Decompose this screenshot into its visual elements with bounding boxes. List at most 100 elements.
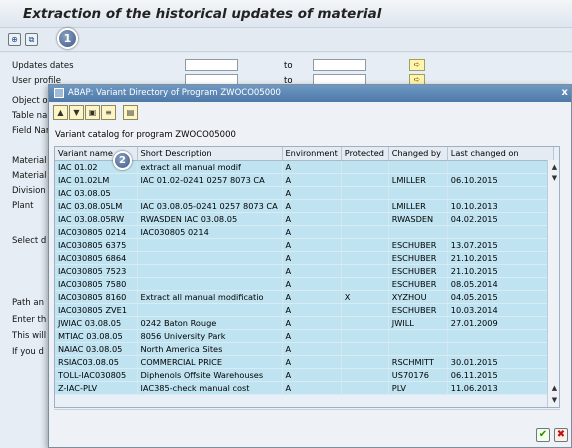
table-row[interactable]: RSIAC03.08.05 COMMERCIAL PRICE A RSCHMITT 30… xyxy=(55,355,554,369)
table-cell: IAC385-check manual cost xyxy=(137,381,283,395)
table-cell: IAC 03.08.05LM xyxy=(55,199,138,213)
table-cell xyxy=(341,277,389,291)
path-label: Path an xyxy=(12,298,44,308)
table-cell xyxy=(447,225,554,239)
select-all-icon[interactable]: ▲ xyxy=(53,105,68,120)
table-row[interactable]: IAC030805 8160 Extract all manual modific… xyxy=(55,290,554,304)
table-row[interactable]: IAC030805 7580 A ESCHUBER 08.05.2014 xyxy=(55,277,554,291)
scroll-up-icon-2[interactable]: ▲ xyxy=(550,384,559,393)
table-cell: A xyxy=(282,290,342,304)
table-row[interactable]: IAC 01.02LM IAC 01.02-0241 0257 8073 CA A L… xyxy=(55,173,554,187)
col-short-description[interactable]: Short Description xyxy=(137,147,283,161)
table-row[interactable]: NAIAC 03.08.05 North America Sites A xyxy=(55,342,554,356)
col-protected[interactable]: Protected xyxy=(341,147,389,161)
filter-icon[interactable]: ▼ xyxy=(69,105,84,120)
table-row[interactable]: MTIAC 03.08.05 8056 University Park A xyxy=(55,329,554,343)
table-cell: 10.03.2014 xyxy=(447,303,554,317)
page-title: Extraction of the historical updates of … xyxy=(23,6,382,22)
select-label: Select d xyxy=(12,236,47,246)
table-cell: RWASDEN xyxy=(388,212,448,226)
cancel-icon[interactable]: ✖ xyxy=(554,428,568,442)
table-cell: A xyxy=(282,329,342,343)
screen-toolbar: ⊕ ⧉ 1 xyxy=(0,28,572,52)
close-icon[interactable]: x xyxy=(562,87,568,98)
find-icon[interactable]: ▣ xyxy=(85,105,100,120)
updates-dates-from-field[interactable] xyxy=(185,59,238,71)
col-last-changed-on[interactable]: Last changed on xyxy=(447,147,554,161)
table-cell: 10.10.2013 xyxy=(447,199,554,213)
table-cell xyxy=(137,186,283,200)
table-cell xyxy=(341,212,389,226)
updates-dates-to-field[interactable] xyxy=(313,59,366,71)
col-environment[interactable]: Environment xyxy=(282,147,342,161)
table-cell: A xyxy=(282,212,342,226)
table-cell: A xyxy=(282,186,342,200)
table-row[interactable]: IAC 03.08.05LM IAC 03.08.05-0241 0257 807… xyxy=(55,199,554,213)
variant-catalog-label: Variant catalog for program ZWOCO05000 xyxy=(55,130,236,140)
field-name-label: Field Nar xyxy=(12,126,50,136)
table-cell xyxy=(341,316,389,330)
table-cell xyxy=(137,251,283,265)
table-row[interactable]: IAC 03.08.05 A xyxy=(55,186,554,200)
table-cell: IAC030805 8160 xyxy=(55,290,138,304)
this-will-label: This will xyxy=(12,331,47,341)
scroll-down-icon-2[interactable]: ▼ xyxy=(550,396,559,405)
table-cell: IAC030805 0214 xyxy=(137,225,283,239)
table-row[interactable]: IAC030805 6375 A ESCHUBER 13.07.2015 xyxy=(55,238,554,252)
table-cell: IAC030805 6864 xyxy=(55,251,138,265)
table-cell xyxy=(341,303,389,317)
table-row[interactable]: IAC030805 6864 A ESCHUBER 21.10.2015 xyxy=(55,251,554,265)
table-cell: IAC030805 6375 xyxy=(55,238,138,252)
table-cell: Diphenols Offsite Warehouses xyxy=(137,368,283,382)
scroll-down-icon[interactable]: ▼ xyxy=(550,174,559,183)
check-icon[interactable]: ✔ xyxy=(536,428,550,442)
table-cell: TOLL-IAC030805 xyxy=(55,368,138,382)
table-row[interactable]: IAC030805 0214 IAC030805 0214 A xyxy=(55,225,554,239)
table-cell: A xyxy=(282,277,342,291)
table-row[interactable]: IAC030805 7523 A ESCHUBER 21.10.2015 xyxy=(55,264,554,278)
table-cell: A xyxy=(282,368,342,382)
table-row[interactable]: JWIAC 03.08.05 0242 Baton Rouge A JWILL 27.0… xyxy=(55,316,554,330)
table-cell: A xyxy=(282,303,342,317)
table-cell: 21.10.2015 xyxy=(447,264,554,278)
table-cell: COMMERCIAL PRICE xyxy=(137,355,283,369)
table-cell: A xyxy=(282,251,342,265)
table-cell: ESCHUBER xyxy=(388,303,448,317)
print-icon[interactable]: ▤ xyxy=(123,105,138,120)
table-row[interactable]: TOLL-IAC030805 Diphenols Offsite Warehous… xyxy=(55,368,554,382)
table-cell: IAC 03.08.05RW xyxy=(55,212,138,226)
table-cell: A xyxy=(282,173,342,187)
table-cell xyxy=(388,160,448,174)
table-cell: IAC030805 ZVE1 xyxy=(55,303,138,317)
enter-text-label: Enter th xyxy=(12,315,47,325)
variant-table: Variant name Short Description Environme… xyxy=(54,146,560,408)
horizontal-scrollbar[interactable] xyxy=(54,409,560,417)
table-cell: MTIAC 03.08.05 xyxy=(55,329,138,343)
plant-label: Plant xyxy=(12,201,34,211)
col-changed-by[interactable]: Changed by xyxy=(388,147,448,161)
table-cell: XYZHOU xyxy=(388,290,448,304)
table-cell: 04.05.2015 xyxy=(447,290,554,304)
table-cell: PLV xyxy=(388,381,448,395)
table-cell: 0242 Baton Rouge xyxy=(137,316,283,330)
get-variant-icon[interactable]: ⧉ xyxy=(25,33,38,46)
table-cell: Z-IAC-PLV xyxy=(55,381,138,395)
table-row[interactable]: IAC 03.08.05RW RWASDEN IAC 03.08.05 A RWASD… xyxy=(55,212,554,226)
sort-icon[interactable]: ≡ xyxy=(101,105,116,120)
table-cell xyxy=(341,225,389,239)
multiple-selection-button[interactable]: ➪ xyxy=(409,59,425,71)
table-cell: RSIAC03.08.05 xyxy=(55,355,138,369)
table-cell: IAC 01.02LM xyxy=(55,173,138,187)
table-row[interactable]: Z-IAC-PLV IAC385-check manual cost A PLV 11.… xyxy=(55,381,554,395)
table-cell: A xyxy=(282,316,342,330)
table-cell xyxy=(341,160,389,174)
table-cell: A xyxy=(282,342,342,356)
vertical-scrollbar[interactable]: ▲ ▼ ▲ ▼ xyxy=(547,160,559,407)
table-name-label: Table na xyxy=(12,111,48,121)
table-cell: IAC030805 7523 xyxy=(55,264,138,278)
table-cell: A xyxy=(282,199,342,213)
execute-icon[interactable]: ⊕ xyxy=(8,33,21,46)
table-row[interactable]: IAC030805 ZVE1 A ESCHUBER 10.03.2014 xyxy=(55,303,554,317)
scroll-up-icon[interactable]: ▲ xyxy=(550,163,559,172)
table-cell xyxy=(137,264,283,278)
